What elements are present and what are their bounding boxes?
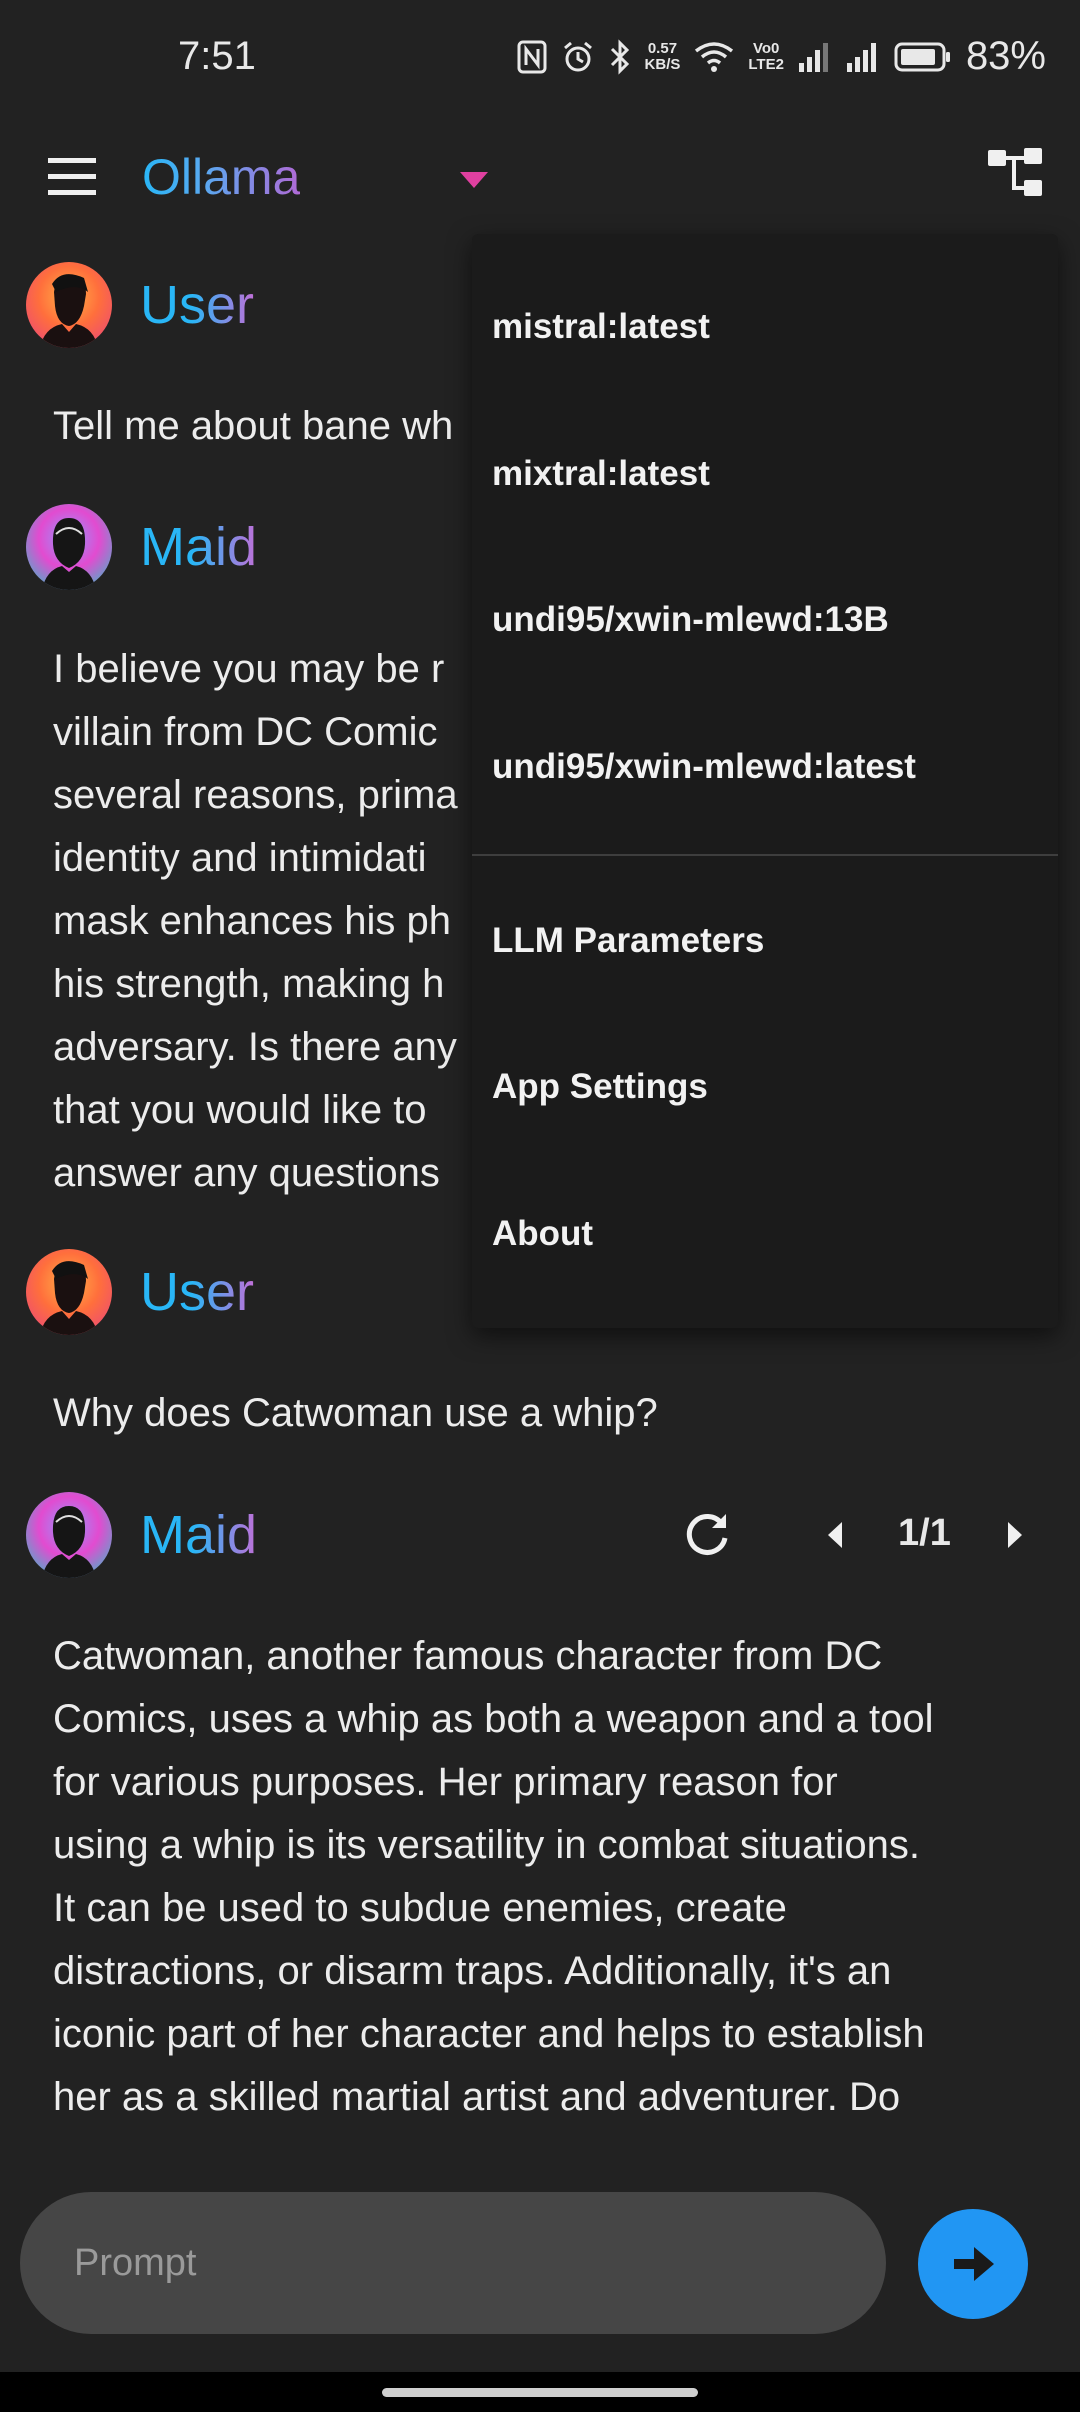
user-avatar-icon — [40, 274, 98, 348]
message-line: It can be used to subdue enemies, create — [53, 1886, 787, 1930]
caret-down-icon — [460, 172, 488, 188]
message-line: several reasons, prima — [53, 773, 458, 817]
message-line: mask enhances his ph — [53, 899, 452, 943]
network-speed-value: 0.57 — [647, 39, 678, 57]
model-popup-menu: mistral:latest mixtral:latest undi95/xwi… — [472, 234, 1058, 1328]
message-line: identity and intimidati — [53, 836, 427, 880]
nfc-icon — [517, 37, 547, 77]
send-button[interactable] — [918, 2209, 1028, 2319]
message-line: for various purposes. Her primary reason… — [53, 1760, 838, 1804]
message-controls: 1/1 — [0, 1492, 1080, 1578]
chat-scroll-clip — [0, 2140, 1080, 2196]
previous-response-button[interactable] — [818, 1514, 852, 1556]
chevron-right-icon — [1008, 1522, 1022, 1548]
message-text: Tell me about bane wh — [53, 404, 454, 448]
menu-divider — [472, 854, 1058, 856]
volte-indicator: Vo0 LTE2 — [748, 37, 784, 77]
model-selector-title[interactable]: Ollama — [142, 148, 300, 206]
message-line: his strength, making h — [53, 962, 445, 1006]
network-speed: 0.57 KB/S — [645, 37, 681, 77]
regenerate-button[interactable] — [682, 1510, 732, 1560]
battery-percent: 83% — [965, 34, 1046, 78]
alarm-icon — [561, 37, 595, 77]
message-text: I believe you may be r villain from DC C… — [53, 638, 458, 1205]
avatar — [26, 504, 112, 590]
branch-tree-button[interactable] — [984, 142, 1046, 204]
maid-avatar-icon — [42, 518, 96, 590]
message-line: I believe you may be r — [53, 647, 445, 691]
prompt-input[interactable] — [74, 2232, 834, 2294]
signal-2-icon — [846, 37, 880, 77]
chevron-left-icon — [828, 1522, 842, 1548]
next-response-button[interactable] — [998, 1514, 1032, 1556]
avatar — [26, 262, 112, 348]
message-header-user: User — [26, 1249, 254, 1335]
message-header-user: User — [26, 262, 254, 348]
branch-tree-icon — [988, 148, 1042, 196]
message-line: using a whip is its versatility in comba… — [53, 1823, 921, 1867]
model-dropdown-button[interactable] — [458, 170, 490, 190]
user-avatar-icon — [40, 1261, 98, 1335]
message-text: Why does Catwoman use a whip? — [53, 1391, 658, 1435]
menu-item-model[interactable]: undi95/xwin-mlewd:13B — [472, 547, 1058, 693]
menu-item-llm-parameters[interactable]: LLM Parameters — [472, 868, 1058, 1014]
home-gesture-handle[interactable] — [382, 2388, 698, 2397]
hamburger-menu-icon — [48, 158, 96, 195]
prompt-field[interactable] — [20, 2192, 886, 2334]
response-page-indicator: 1/1 — [898, 1512, 951, 1554]
network-speed-unit: KB/S — [644, 55, 681, 73]
bluetooth-icon — [609, 37, 631, 77]
volte-top: Vo0 — [752, 39, 780, 57]
status-time: 7:51 — [178, 34, 256, 78]
menu-item-model[interactable]: mistral:latest — [472, 254, 1058, 400]
refresh-icon — [686, 1513, 728, 1555]
signal-1-icon — [798, 37, 832, 77]
sender-name: Maid — [140, 517, 258, 577]
chat-screen: 7:51 0.57 KB/S Vo0 LTE2 83% Ollama User … — [0, 0, 1080, 2412]
battery-icon — [894, 37, 952, 77]
app-bar: Ollama — [0, 120, 1080, 240]
status-icons: 0.57 KB/S Vo0 LTE2 83% — [517, 34, 1046, 79]
message-line: that you would like to — [53, 1088, 427, 1132]
sender-name: User — [140, 275, 255, 335]
message-line: Catwoman, another famous character from … — [53, 1634, 883, 1678]
arrow-right-icon — [954, 2247, 994, 2281]
message-line: her as a skilled martial artist and adve… — [53, 2075, 901, 2119]
message-line: iconic part of her character and helps t… — [53, 2012, 925, 2056]
navigation-bar — [0, 2372, 1080, 2412]
sender-name: User — [140, 1262, 255, 1322]
menu-item-app-settings[interactable]: App Settings — [472, 1014, 1058, 1160]
menu-item-model[interactable]: undi95/xwin-mlewd:latest — [472, 694, 1058, 840]
message-line: answer any questions — [53, 1151, 440, 1195]
volte-bottom: LTE2 — [748, 55, 784, 73]
menu-item-model[interactable]: mixtral:latest — [472, 401, 1058, 547]
message-line: Comics, uses a whip as both a weapon and… — [53, 1697, 934, 1741]
message-text: Catwoman, another famous character from … — [53, 1625, 936, 2192]
status-bar: 7:51 0.57 KB/S Vo0 LTE2 83% — [0, 0, 1080, 120]
message-header-maid: Maid — [26, 504, 257, 590]
avatar — [26, 1249, 112, 1335]
message-line: distractions, or disarm traps. Additiona… — [53, 1949, 892, 1993]
message-line: villain from DC Comic — [53, 710, 438, 754]
wifi-icon — [694, 37, 734, 77]
message-line: adversary. Is there any — [53, 1025, 457, 1069]
menu-item-about[interactable]: About — [472, 1161, 1058, 1307]
menu-button[interactable] — [46, 150, 100, 204]
